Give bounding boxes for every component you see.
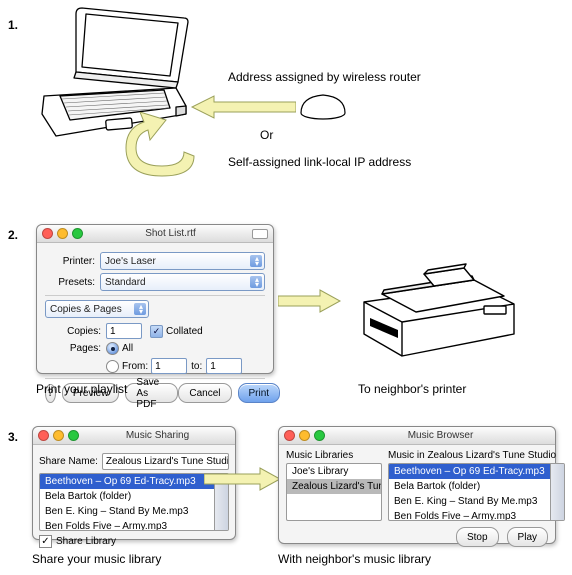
share-caption: Share your music library: [32, 552, 161, 566]
presets-label: Presets:: [45, 277, 95, 288]
list-item[interactable]: Joe's Library: [287, 464, 382, 479]
step-number-1: 1.: [8, 18, 18, 32]
arrow-sharing-to-browser: [204, 466, 282, 492]
copies-input[interactable]: 1: [106, 323, 142, 339]
zoom-icon[interactable]: [314, 430, 325, 441]
scrollbar[interactable]: [550, 464, 564, 520]
share-songs-list[interactable]: Beethoven – Op 69 Ed-Tracy.mp3 Bela Bart…: [39, 473, 229, 531]
toolbar-toggle-icon[interactable]: [252, 229, 268, 239]
music-libraries-list[interactable]: Joe's Library Zealous Lizard's Tune: [286, 463, 382, 521]
minimize-icon[interactable]: [57, 228, 68, 239]
list-item[interactable]: Beethoven – Op 69 Ed-Tracy.mp3: [389, 464, 550, 479]
list-item[interactable]: Bela Bartok (folder): [40, 489, 214, 504]
printer-label: Printer:: [45, 256, 95, 267]
share-name-label: Share Name:: [39, 456, 98, 467]
stop-button[interactable]: Stop: [456, 527, 499, 547]
list-item[interactable]: Bela Bartok (folder): [389, 479, 550, 494]
print-caption-right: To neighbor's printer: [358, 382, 466, 396]
print-dialog-window: Shot List.rtf Printer: Joe's Laser▴▾ Pre…: [36, 224, 274, 374]
copies-label: Copies:: [45, 326, 101, 337]
window-traffic-lights[interactable]: [38, 430, 79, 441]
step-number-3: 3.: [8, 430, 18, 444]
list-item[interactable]: Zealous Lizard's Tune: [287, 479, 382, 494]
pages-all-radio[interactable]: [106, 342, 119, 355]
close-icon[interactable]: [42, 228, 53, 239]
collated-checkbox[interactable]: ✓: [150, 325, 163, 338]
music-browser-title: Music Browser: [331, 430, 550, 441]
minimize-icon[interactable]: [53, 430, 64, 441]
window-traffic-lights[interactable]: [42, 228, 83, 239]
browser-caption: With neighbor's music library: [278, 552, 431, 566]
list-item[interactable]: Beethoven – Op 69 Ed-Tracy.mp3: [40, 474, 214, 489]
print-caption-left: Print your playlist: [36, 382, 127, 396]
cancel-button[interactable]: Cancel: [178, 383, 231, 403]
list-item[interactable]: Ben Folds Five – Army.mp3: [389, 509, 550, 520]
linklocal-address-label: Self-assigned link-local IP address: [228, 155, 411, 169]
list-item[interactable]: Ben E. King – Stand By Me.mp3: [40, 504, 214, 519]
music-items-list[interactable]: Beethoven – Op 69 Ed-Tracy.mp3 Bela Bart…: [388, 463, 565, 521]
music-sharing-titlebar[interactable]: Music Sharing: [33, 427, 235, 445]
save-as-pdf-button[interactable]: Save As PDF: [125, 383, 178, 403]
music-in-library-header: Music in Zealous Lizard's Tune Studio: [388, 450, 565, 461]
list-item[interactable]: Ben Folds Five – Army.mp3: [40, 519, 214, 531]
share-library-label: Share Library: [56, 536, 116, 547]
music-sharing-title: Music Sharing: [85, 430, 230, 441]
arrow-router-to-laptop: [190, 94, 296, 120]
music-browser-titlebar[interactable]: Music Browser: [279, 427, 555, 445]
zoom-icon[interactable]: [68, 430, 79, 441]
wireless-router-illustration: [298, 91, 348, 121]
zoom-icon[interactable]: [72, 228, 83, 239]
close-icon[interactable]: [38, 430, 49, 441]
print-dialog-titlebar[interactable]: Shot List.rtf: [37, 225, 273, 243]
music-browser-window: Music Browser Music Libraries Joe's Libr…: [278, 426, 556, 544]
printer-select[interactable]: Joe's Laser▴▾: [100, 252, 265, 270]
pages-from-label: From:: [122, 361, 148, 372]
arrow-self-loop: [108, 112, 200, 182]
pages-to-label: to:: [191, 361, 202, 372]
list-item[interactable]: Ben E. King – Stand By Me.mp3: [389, 494, 550, 509]
wireless-address-label: Address assigned by wireless router: [228, 70, 421, 84]
pages-to-input[interactable]: 1: [206, 358, 242, 374]
window-traffic-lights[interactable]: [284, 430, 325, 441]
share-library-checkbox[interactable]: ✓: [39, 535, 52, 548]
pages-from-input[interactable]: 1: [151, 358, 187, 374]
play-button[interactable]: Play: [507, 527, 548, 547]
pages-all-label: All: [122, 343, 133, 354]
presets-select[interactable]: Standard▴▾: [100, 273, 265, 291]
step-number-2: 2.: [8, 228, 18, 242]
collated-label: Collated: [166, 326, 203, 337]
minimize-icon[interactable]: [299, 430, 310, 441]
print-dialog-title: Shot List.rtf: [89, 228, 252, 239]
pages-label: Pages:: [45, 343, 101, 354]
close-icon[interactable]: [284, 430, 295, 441]
printer-illustration: [354, 246, 524, 362]
print-button[interactable]: Print: [238, 383, 281, 403]
or-label: Or: [260, 128, 273, 142]
pages-range-radio[interactable]: [106, 360, 119, 373]
music-libraries-header: Music Libraries: [286, 450, 382, 461]
print-section-select[interactable]: Copies & Pages▴▾: [45, 300, 149, 318]
arrow-dialog-to-printer: [278, 288, 342, 314]
